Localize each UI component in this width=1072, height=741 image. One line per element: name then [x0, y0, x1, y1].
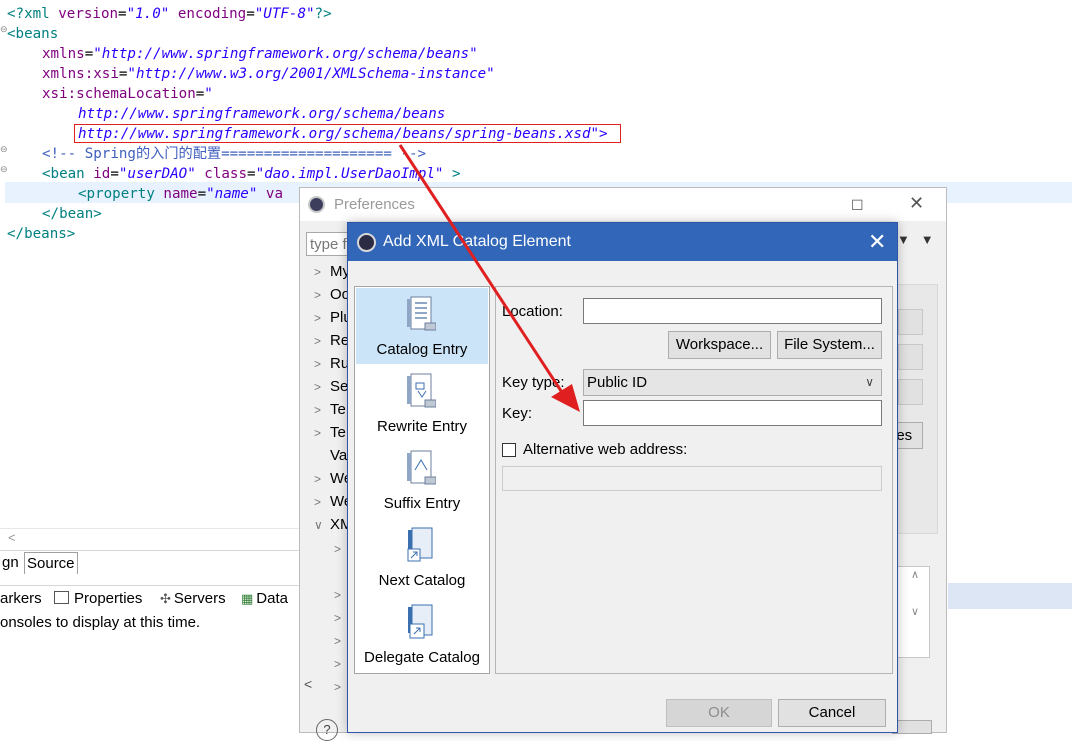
fold-icon[interactable]: ⊖: [0, 144, 8, 155]
fold-icon[interactable]: ⊖: [0, 24, 8, 35]
code-line-1: <?xml version="1.0" encoding="UTF-8"?>: [7, 6, 332, 22]
chevron-right-icon: >: [314, 380, 322, 394]
code-line-10: <property name="name" va: [78, 186, 284, 202]
key-input[interactable]: [583, 400, 882, 426]
chevron-right-icon: >: [314, 311, 322, 325]
preferences-title-bar[interactable]: Preferences ☐ ✕: [300, 188, 946, 221]
next-catalog-icon: [407, 527, 433, 562]
dropdown-arrow-icon[interactable]: ▼: [921, 232, 934, 247]
close-icon[interactable]: ✕: [909, 193, 924, 214]
chevron-right-icon: >: [314, 426, 322, 440]
tree-item[interactable]: > Se: [314, 375, 348, 398]
servers-icon: ✣: [160, 591, 171, 606]
subtree-chevrons: > > > > > >: [334, 542, 342, 694]
code-line-9: <bean id="userDAO" class="dao.impl.UserD…: [42, 166, 461, 182]
scroll-up-icon: ∧: [910, 569, 920, 581]
code-line-12: </beans>: [7, 226, 76, 242]
location-input[interactable]: [583, 298, 882, 324]
tree-item[interactable]: Va: [314, 444, 347, 467]
tab-data[interactable]: ▦ Data: [241, 589, 288, 609]
views-tab-bar: arkers Properties ✣ Servers ▦ Data: [0, 585, 300, 612]
preferences-title: Preferences: [334, 196, 415, 213]
entry-catalog-entry[interactable]: Catalog Entry: [356, 288, 488, 364]
location-label: Location:: [502, 303, 563, 320]
right-views-bar: [948, 583, 1072, 609]
panel-button[interactable]: [898, 309, 923, 335]
catalog-entry-form: Location: Workspace... File System... Ke…: [495, 286, 893, 674]
chevron-right-icon: >: [314, 288, 322, 302]
dialog-title-bar[interactable]: Add XML Catalog Element ✕: [348, 223, 897, 261]
chevron-right-icon: >: [314, 357, 322, 371]
code-line-2: <beans: [7, 26, 59, 42]
fold-icon[interactable]: ⊖: [0, 164, 8, 175]
maximize-icon[interactable]: ☐: [851, 197, 864, 214]
partial-bottom-button[interactable]: [892, 720, 932, 734]
tab-markers[interactable]: arkers: [0, 589, 42, 609]
suffix-entry-icon: [407, 450, 436, 485]
properties-icon: [54, 591, 69, 604]
code-line-3: xmlns="http://www.springframework.org/sc…: [42, 46, 478, 62]
scroll-down-icon: ∨: [910, 606, 920, 618]
rewrite-entry-icon: [407, 373, 436, 408]
close-icon[interactable]: ✕: [868, 229, 886, 255]
file-system-button[interactable]: File System...: [777, 331, 882, 359]
chevron-right-icon: >: [314, 334, 322, 348]
chevron-right-icon: >: [314, 472, 322, 486]
workspace-button[interactable]: Workspace...: [668, 331, 771, 359]
code-line-4: xmlns:xsi="http://www.w3.org/2001/XMLSch…: [42, 66, 495, 82]
alternative-web-address-checkbox[interactable]: [502, 443, 516, 457]
tree-item[interactable]: > Te: [314, 398, 346, 421]
help-icon[interactable]: ?: [316, 719, 338, 741]
list-scrollbar[interactable]: ∧ ∨: [907, 568, 923, 656]
code-line-7: http://www.springframework.org/schema/be…: [78, 126, 608, 142]
cancel-button[interactable]: Cancel: [778, 699, 886, 727]
delegate-catalog-icon: [408, 604, 433, 639]
eclipse-icon: [308, 196, 325, 213]
editor-horizontal-scrollbar[interactable]: <: [0, 528, 300, 551]
chevron-down-icon: ∨: [314, 518, 323, 532]
key-type-select[interactable]: Public ID ∨: [583, 369, 882, 396]
entry-rewrite-entry[interactable]: Rewrite Entry: [356, 365, 488, 441]
alternative-web-address-input[interactable]: [502, 466, 882, 491]
code-line-6: http://www.springframework.org/schema/be…: [78, 106, 446, 122]
panel-button[interactable]: [898, 344, 923, 370]
console-message: onsoles to display at this time.: [0, 614, 201, 631]
tree-item[interactable]: > Re: [314, 329, 349, 352]
tab-properties[interactable]: Properties: [54, 589, 142, 609]
tree-item[interactable]: > Te: [314, 421, 346, 444]
nav-arrows[interactable]: ▼ ▼: [897, 232, 934, 247]
code-line-8: <!-- Spring的入门的配置==================== --…: [42, 146, 427, 162]
tree-item[interactable]: > Ru: [314, 352, 349, 375]
entry-type-list: Catalog Entry Rewrite Entry Suffix Entry: [354, 286, 490, 674]
dialog-title: Add XML Catalog Element: [383, 233, 571, 250]
key-label: Key:: [502, 405, 533, 422]
entry-next-catalog[interactable]: Next Catalog: [356, 519, 488, 595]
chevron-down-icon: ∨: [865, 375, 874, 389]
tree-item[interactable]: > My: [314, 260, 350, 283]
scroll-left-icon[interactable]: <: [304, 676, 344, 696]
ok-button[interactable]: OK: [666, 699, 772, 727]
code-line-11: </bean>: [42, 206, 102, 222]
entry-delegate-catalog[interactable]: Delegate Catalog: [356, 596, 488, 672]
tab-source[interactable]: Source: [24, 552, 78, 574]
data-icon: ▦: [241, 591, 254, 606]
tree-item[interactable]: > Oo: [314, 283, 350, 306]
chevron-right-icon: >: [314, 265, 322, 279]
dropdown-arrow-icon[interactable]: ▼: [897, 232, 910, 247]
entry-suffix-entry[interactable]: Suffix Entry: [356, 442, 488, 518]
scroll-left-icon[interactable]: <: [8, 530, 16, 545]
eclipse-icon: [357, 233, 376, 252]
editor-tabs: gn Source: [0, 550, 300, 575]
chevron-right-icon: >: [314, 495, 322, 509]
key-type-label: Key type:: [502, 374, 565, 391]
catalog-entry-icon: [407, 296, 436, 331]
code-line-5: xsi:schemaLocation=": [42, 86, 213, 102]
add-xml-catalog-element-dialog: Add XML Catalog Element ✕ Catalog Entry …: [347, 222, 898, 733]
tab-servers[interactable]: ✣ Servers: [160, 589, 226, 609]
panel-button[interactable]: [898, 379, 923, 405]
tab-design[interactable]: gn: [0, 552, 21, 573]
alternative-web-address-label: Alternative web address:: [523, 441, 688, 458]
chevron-right-icon: >: [314, 403, 322, 417]
